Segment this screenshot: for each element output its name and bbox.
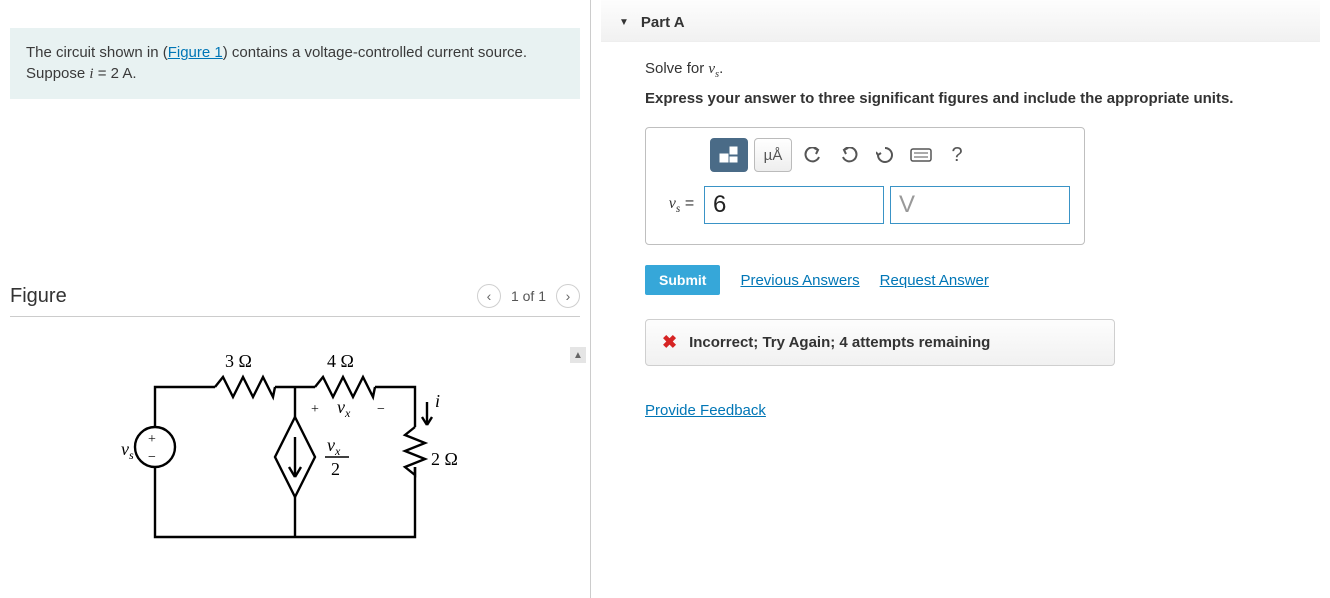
svg-text:2: 2 (331, 459, 340, 479)
reset-button[interactable] (870, 138, 900, 172)
redo-button[interactable] (834, 138, 864, 172)
submit-button[interactable]: Submit (645, 265, 720, 295)
figure-prev-button[interactable]: ‹ (477, 284, 501, 308)
template-icon (719, 146, 739, 164)
figure-header: Figure ‹ 1 of 1 › (10, 284, 580, 317)
vs-label: vs (121, 439, 134, 462)
redo-icon (840, 147, 858, 163)
unit-input[interactable] (890, 186, 1070, 224)
prompt-text: The circuit shown in ( (26, 44, 168, 61)
problem-prompt: The circuit shown in (Figure 1) contains… (10, 28, 580, 99)
part-label: Part A (641, 14, 685, 31)
keyboard-icon (910, 148, 932, 162)
vx-label: vx (337, 397, 351, 420)
keyboard-button[interactable] (906, 138, 936, 172)
figure-title: Figure (10, 285, 477, 308)
svg-text:vx: vx (327, 435, 341, 458)
r2-label: 2 Ω (431, 449, 458, 469)
figure-next-button[interactable]: › (556, 284, 580, 308)
undo-button[interactable] (798, 138, 828, 172)
solve-instruction: Solve for vs. (645, 60, 1320, 80)
circuit-diagram: 3 Ω 4 Ω 2 Ω vs + − + − vx i vx 2 (115, 347, 475, 567)
svg-text:−: − (148, 450, 156, 465)
incorrect-icon: ✖ (662, 332, 677, 353)
figure-pager: 1 of 1 (511, 288, 546, 304)
part-a-header[interactable]: ▼ Part A (601, 0, 1320, 42)
units-tool-button[interactable]: µÅ (754, 138, 792, 172)
answer-var-label: vs = (660, 195, 698, 215)
svg-text:+: + (311, 402, 319, 417)
svg-text:+: + (148, 432, 156, 447)
r4-label: 4 Ω (327, 351, 354, 371)
feedback-message: ✖ Incorrect; Try Again; 4 attempts remai… (645, 319, 1115, 366)
svg-text:−: − (377, 402, 385, 417)
help-button[interactable]: ? (942, 138, 972, 172)
answer-box: µÅ ? vs = (645, 127, 1085, 245)
template-tool-button[interactable] (710, 138, 748, 172)
reset-icon (876, 146, 894, 164)
feedback-text: Incorrect; Try Again; 4 attempts remaini… (689, 334, 990, 351)
provide-feedback-link[interactable]: Provide Feedback (645, 402, 766, 419)
figure-link[interactable]: Figure 1 (168, 44, 223, 61)
scroll-up-button[interactable]: ▲ (570, 347, 586, 363)
i-label: i (435, 391, 440, 411)
undo-icon (804, 147, 822, 163)
figure-body: ▲ (10, 347, 580, 567)
r3-label: 3 Ω (225, 351, 252, 371)
request-answer-link[interactable]: Request Answer (880, 272, 989, 289)
answer-instructions: Express your answer to three significant… (645, 90, 1320, 107)
value-input[interactable] (704, 186, 884, 224)
previous-answers-link[interactable]: Previous Answers (740, 272, 859, 289)
collapse-icon: ▼ (619, 17, 629, 28)
